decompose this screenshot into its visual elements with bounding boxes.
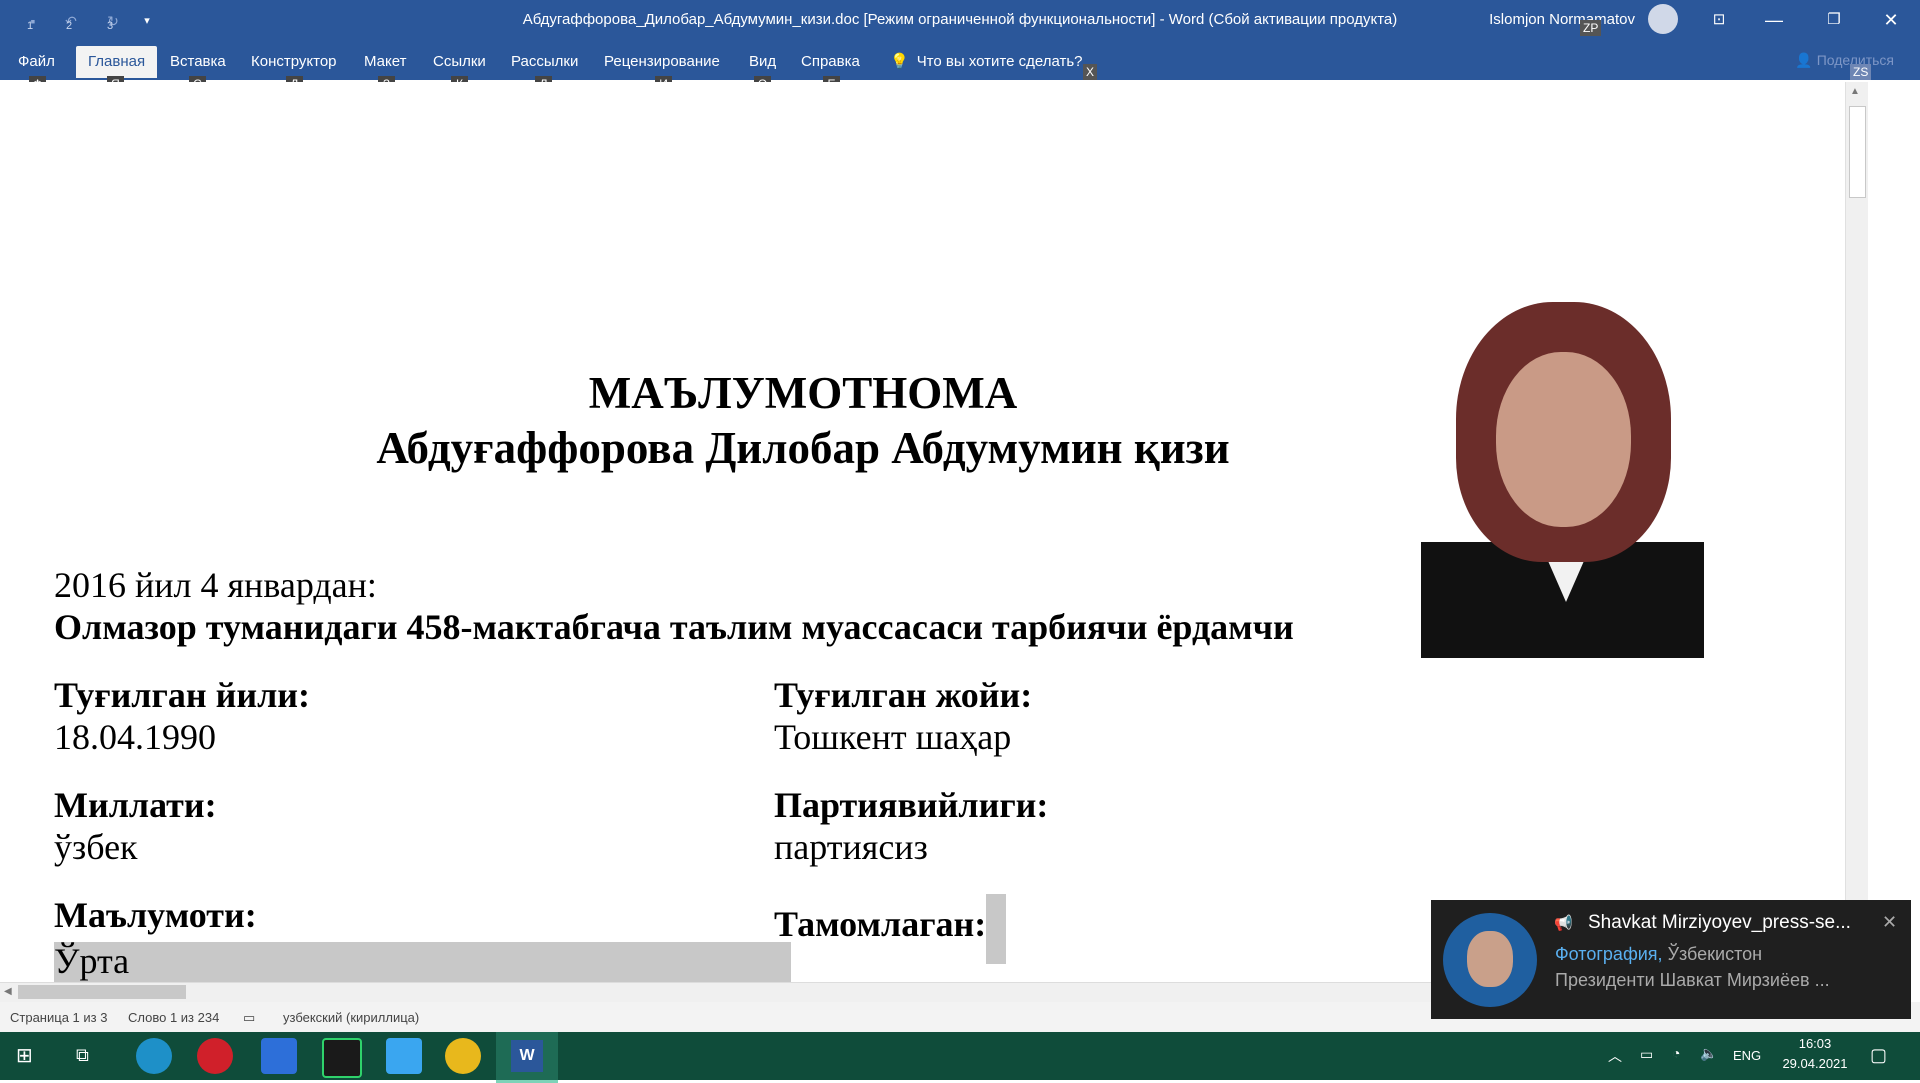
tab-insert[interactable]: Вставка	[158, 46, 238, 78]
page-count[interactable]: Страница 1 из 3	[10, 1010, 107, 1025]
birth-place-label: Туғилган жойи:	[774, 675, 1033, 715]
tab-view[interactable]: Вид	[737, 46, 788, 78]
party-label: Партиявийлиги:	[774, 785, 1049, 825]
translate-icon[interactable]	[261, 1038, 297, 1074]
birth-year-value: 18.04.1990	[54, 717, 216, 757]
app-red-icon[interactable]	[197, 1038, 233, 1074]
share-button[interactable]: 👤 Поделиться	[1795, 52, 1894, 69]
document-heading: МАЪЛУМОТНОМА	[588, 368, 1018, 418]
user-name[interactable]: Islomjon Normamatov	[1489, 11, 1635, 28]
volume-icon[interactable]: 🔈	[1700, 1045, 1717, 1062]
megaphone-icon: 📢	[1554, 915, 1573, 932]
lightbulb-icon: 💡	[890, 53, 909, 70]
toast-line2: Президенти Шавкат Мирзиёев ...	[1555, 970, 1830, 990]
scroll-left-icon[interactable]: ◀	[4, 986, 12, 997]
word-icon: W	[511, 1040, 543, 1072]
taskbar: ⊞ ⧉ W ︿ ▭ ◔ 🔈 ENG 16:03 29.04.2021 ▢	[0, 1032, 1920, 1083]
keytip-tellme: X	[1083, 64, 1098, 80]
chrome-icon[interactable]	[445, 1038, 481, 1074]
tab-home[interactable]: Главная	[76, 46, 158, 78]
birth-year-label: Туғилган йили:	[54, 675, 311, 715]
vertical-scroll-thumb[interactable]	[1849, 106, 1866, 198]
tray-chevron-icon[interactable]: ︿	[1608, 1046, 1622, 1066]
party-value: партиясиз	[774, 827, 928, 867]
minimize-icon[interactable]: —	[1745, 0, 1803, 40]
tab-layout[interactable]: Макет	[352, 46, 418, 78]
tab-help[interactable]: Справка	[789, 46, 872, 78]
tab-review[interactable]: Рецензирование	[592, 46, 732, 78]
since-date: 2016 йил 4 январдан:	[54, 565, 377, 605]
battery-icon[interactable]: ▭	[1640, 1046, 1653, 1063]
graduated-label: Тамомлаган:	[774, 894, 1007, 964]
scroll-up-icon[interactable]: ▲	[1850, 86, 1860, 97]
pycharm-icon[interactable]	[322, 1038, 362, 1078]
proofing-icon[interactable]: ▭	[243, 1010, 255, 1026]
word-count[interactable]: Слово 1 из 234	[128, 1010, 219, 1025]
tab-references[interactable]: Ссылки	[421, 46, 498, 78]
nation-label: Миллати:	[54, 785, 217, 825]
toast-title: Shavkat Mirziyoyev_press-se...	[1588, 912, 1851, 933]
keytip-user: ZP	[1580, 20, 1602, 36]
horizontal-scroll-thumb[interactable]	[18, 985, 186, 999]
title-bar: ▪ 1 ↶ 2 ↻ 3 ▾ Абдугаффорова_Дилобар_Абду…	[0, 0, 1920, 80]
language-indicator[interactable]: узбекский (кириллица)	[283, 1010, 419, 1025]
nation-value: ўзбек	[54, 827, 138, 867]
toast-link[interactable]: Фотография,	[1555, 944, 1663, 964]
job-position: Олмазор туманидаги 458-мактабгача таълим…	[54, 607, 1294, 647]
selection-highlight	[54, 942, 791, 982]
keytip-share: ZS	[1850, 64, 1872, 80]
clock-time[interactable]: 16:03	[1775, 1036, 1855, 1051]
tab-file[interactable]: Файл	[6, 46, 67, 78]
avatar[interactable]	[1648, 4, 1678, 34]
notifications-icon[interactable]: ▢	[1870, 1045, 1887, 1066]
education-label: Маълумоти:	[54, 895, 257, 935]
toast-avatar	[1443, 913, 1537, 1007]
document-page[interactable]: МАЪЛУМОТНОМА Абдуғаффорова Дилобар Абдум…	[0, 82, 1845, 982]
tell-me-search[interactable]: 💡 Что вы хотите сделать?	[890, 46, 1083, 78]
person-icon: 👤	[1795, 52, 1817, 68]
education-value: Ўрта	[54, 941, 130, 981]
language-tray[interactable]: ENG	[1733, 1048, 1761, 1063]
close-icon[interactable]: ✕	[1862, 0, 1920, 40]
toast-line1: Фотография, Ўзбекистон	[1555, 944, 1763, 964]
restore-icon[interactable]: ❐	[1805, 0, 1863, 40]
tab-design[interactable]: Конструктор	[239, 46, 349, 78]
wifi-icon[interactable]: ◔	[1672, 1045, 1680, 1061]
ribbon-display-options-icon[interactable]: ⊡	[1690, 0, 1748, 40]
edge-icon[interactable]	[136, 1038, 172, 1074]
toast-avatar-face	[1467, 931, 1513, 987]
toast-close-icon[interactable]: ✕	[1882, 912, 1897, 933]
windows-start-icon[interactable]: ⊞	[16, 1045, 38, 1067]
birth-place-value: Тошкент шаҳар	[774, 717, 1012, 757]
tab-mailings[interactable]: Рассылки	[499, 46, 590, 78]
clock-date[interactable]: 29.04.2021	[1775, 1056, 1855, 1071]
person-name: Абдуғаффорова Дилобар Абдумумин қизи	[376, 423, 1230, 473]
word-taskbar-button[interactable]: W	[496, 1032, 558, 1083]
vertical-scrollbar[interactable]: ▲	[1845, 82, 1868, 982]
phone-app-icon[interactable]	[386, 1038, 422, 1074]
notification-toast[interactable]: 📢 Shavkat Mirziyoyev_press-se... ✕ Фотог…	[1431, 900, 1911, 1019]
task-view-icon[interactable]: ⧉	[76, 1045, 89, 1066]
tell-me-label: Что вы хотите сделать?	[916, 53, 1083, 70]
